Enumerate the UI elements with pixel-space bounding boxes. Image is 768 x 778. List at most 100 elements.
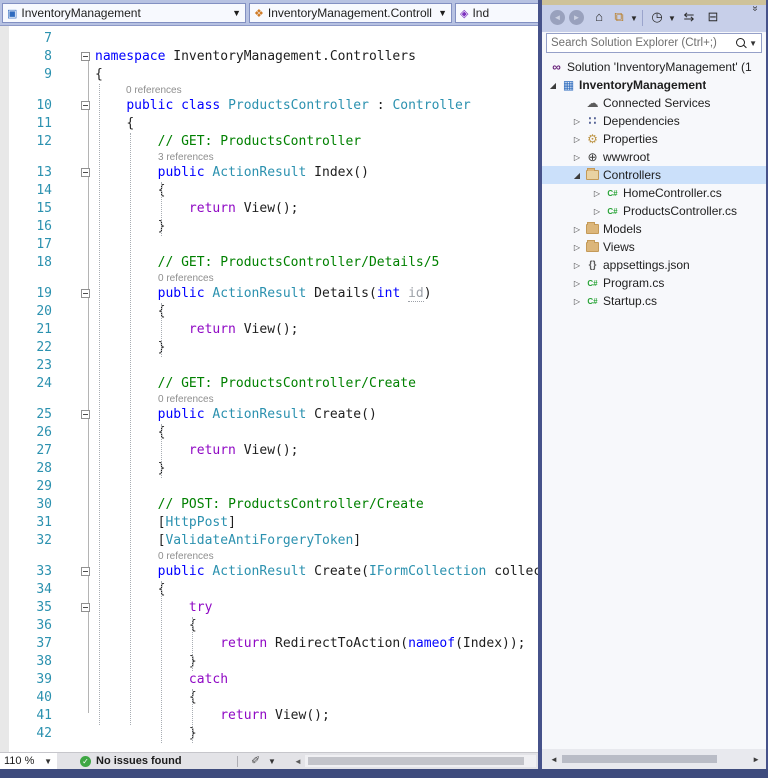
line-number: 14: [0, 182, 52, 200]
line-number: 27: [0, 442, 52, 460]
tree-item-inventorymanagement[interactable]: ◢▦InventoryManagement: [542, 76, 766, 94]
code-line: 35 try: [0, 599, 538, 617]
code-line: 13 public ActionResult Index(): [0, 164, 538, 182]
code-text: {: [95, 689, 197, 707]
line-number: 11: [0, 115, 52, 133]
formatting-icon[interactable]: ✐: [251, 754, 260, 767]
line-number: 24: [0, 375, 52, 393]
overflow-icon[interactable]: »: [750, 0, 761, 18]
sync-with-active-document-icon[interactable]: ⇆: [680, 9, 698, 25]
switch-view-icon[interactable]: ⧉: [610, 9, 628, 25]
tree-item-controllers[interactable]: ◢Controllers: [542, 166, 766, 184]
line-number: 7: [0, 30, 52, 48]
line-number: 41: [0, 707, 52, 725]
scrollbar-thumb[interactable]: [562, 755, 717, 763]
scroll-left-arrow[interactable]: ◄: [550, 755, 558, 764]
code-editor[interactable]: 78namespace InventoryManagement.Controll…: [0, 26, 538, 752]
codelens-references[interactable]: 3 references: [95, 151, 538, 164]
scroll-right-arrow[interactable]: ►: [752, 755, 760, 764]
codelens-references[interactable]: 0 references: [95, 550, 538, 563]
code-lines: 78namespace InventoryManagement.Controll…: [0, 30, 538, 743]
zoom-level: 110 %: [0, 755, 44, 767]
search-input[interactable]: Search Solution Explorer (Ctrl+;) ▼: [546, 33, 762, 53]
code-line: 19 public ActionResult Details(int id): [0, 285, 538, 303]
code-line: 32 [ValidateAntiForgeryToken]: [0, 532, 538, 550]
home-icon[interactable]: ⌂: [590, 9, 608, 24]
expand-arrow-icon[interactable]: ▷: [590, 189, 604, 198]
tree-item-appsettings-json[interactable]: ▷{}appsettings.json: [542, 256, 766, 274]
tree-item-program-cs[interactable]: ▷C#Program.cs: [542, 274, 766, 292]
project-dropdown[interactable]: ▣ InventoryManagement ▼: [2, 3, 246, 23]
fold-collapse-button[interactable]: [81, 603, 90, 612]
expand-arrow-icon[interactable]: ▷: [570, 279, 584, 288]
line-number: 25: [0, 406, 52, 424]
expand-arrow-icon[interactable]: ▷: [570, 117, 584, 126]
zoom-control[interactable]: 110 % ▼: [0, 753, 57, 769]
tree-item-dependencies[interactable]: ▷∷Dependencies: [542, 112, 766, 130]
code-text: {: [95, 617, 197, 635]
method-icon: ◈: [460, 7, 468, 20]
search-placeholder: Search Solution Explorer (Ctrl+;): [547, 37, 734, 49]
tree-item-solution-inventorymanagement-1[interactable]: ∞Solution 'InventoryManagement' (1: [542, 58, 766, 76]
code-line: 28 }: [0, 460, 538, 478]
fold-collapse-button[interactable]: [81, 168, 90, 177]
fold-collapse-button[interactable]: [81, 410, 90, 419]
chevron-down-icon[interactable]: ▼: [668, 14, 676, 23]
tree-item-views[interactable]: ▷Views: [542, 238, 766, 256]
scroll-left-arrow[interactable]: ◄: [294, 757, 302, 766]
code-line: 27 return View();: [0, 442, 538, 460]
collapse-all-icon[interactable]: ⊟: [704, 9, 722, 25]
chevron-down-icon[interactable]: ▼: [268, 757, 276, 766]
expand-arrow-icon[interactable]: ▷: [570, 261, 584, 270]
code-text: {: [95, 581, 165, 599]
code-line: 38 }: [0, 653, 538, 671]
tree-item-label: wwwroot: [601, 150, 650, 164]
back-icon[interactable]: ◄: [550, 10, 565, 25]
fold-collapse-button[interactable]: [81, 52, 90, 61]
tree-item-connected-services[interactable]: ☁Connected Services: [542, 94, 766, 112]
code-line: 30 // POST: ProductsController/Create: [0, 496, 538, 514]
solution-explorer-horizontal-scrollbar[interactable]: ◄ ►: [542, 749, 766, 769]
expand-arrow-icon[interactable]: ▷: [570, 297, 584, 306]
fold-collapse-button[interactable]: [81, 101, 90, 110]
expand-arrow-icon[interactable]: ▷: [570, 225, 584, 234]
tree-item-properties[interactable]: ▷⚙Properties: [542, 130, 766, 148]
fold-collapse-button[interactable]: [81, 567, 90, 576]
fold-collapse-button[interactable]: [81, 289, 90, 298]
tree-item-wwwroot[interactable]: ▷⊕wwwroot: [542, 148, 766, 166]
chevron-down-icon[interactable]: ▼: [630, 14, 638, 23]
collapse-arrow-icon[interactable]: ◢: [546, 81, 560, 90]
code-text: return View();: [95, 442, 299, 460]
member-dropdown[interactable]: ◈ Ind: [455, 3, 538, 23]
line-number: 37: [0, 635, 52, 653]
expand-arrow-icon[interactable]: ▷: [570, 243, 584, 252]
collapse-arrow-icon[interactable]: ◢: [570, 171, 584, 180]
tree-item-homecontroller-cs[interactable]: ▷C#HomeController.cs: [542, 184, 766, 202]
code-line: 25 public ActionResult Create(): [0, 406, 538, 424]
expand-arrow-icon[interactable]: ▷: [570, 153, 584, 162]
line-number: 34: [0, 581, 52, 599]
codelens-references[interactable]: 0 references: [95, 84, 538, 97]
horizontal-scrollbar[interactable]: [305, 755, 536, 767]
csharp-icon: C#: [584, 277, 601, 289]
line-number: 19: [0, 285, 52, 303]
tree-item-models[interactable]: ▷Models: [542, 220, 766, 238]
properties-icon: ⚙: [584, 132, 601, 146]
code-text: public class ProductsController : Contro…: [95, 97, 471, 115]
history-filter-icon[interactable]: ◷: [648, 9, 666, 25]
expand-arrow-icon[interactable]: ▷: [590, 207, 604, 216]
tree-item-label: Connected Services: [601, 96, 710, 110]
expand-arrow-icon[interactable]: ▷: [570, 135, 584, 144]
chevron-down-icon[interactable]: ▼: [749, 39, 757, 48]
codelens-references[interactable]: 0 references: [95, 393, 538, 406]
scrollbar-thumb[interactable]: [308, 757, 524, 765]
type-dropdown[interactable]: ❖ InventoryManagement.Controllers.Produ …: [249, 3, 452, 23]
issues-status[interactable]: No issues found: [96, 755, 182, 767]
codelens-references[interactable]: 0 references: [95, 272, 538, 285]
line-number: 36: [0, 617, 52, 635]
code-line: 34 {: [0, 581, 538, 599]
forward-icon[interactable]: ►: [569, 10, 584, 25]
search-icon[interactable]: [734, 37, 747, 50]
tree-item-startup-cs[interactable]: ▷C#Startup.cs: [542, 292, 766, 310]
tree-item-productscontroller-cs[interactable]: ▷C#ProductsController.cs: [542, 202, 766, 220]
